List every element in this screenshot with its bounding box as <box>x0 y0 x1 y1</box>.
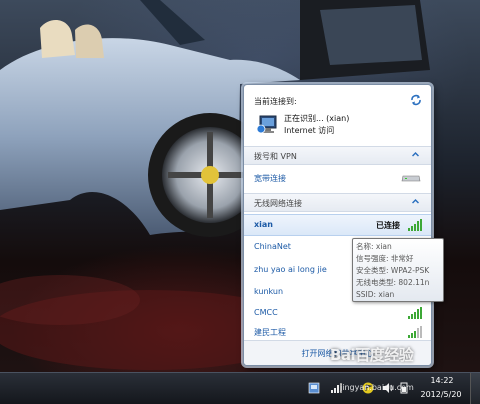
clock-time[interactable]: 14:22 <box>420 376 464 385</box>
wifi-name: CMCC <box>254 308 278 317</box>
signal-strength-icon <box>408 307 422 319</box>
wifi-name: xian <box>254 220 273 229</box>
wifi-item-xian[interactable]: xian 已连接 <box>244 214 431 236</box>
identifying-network-icon <box>256 115 277 134</box>
wifi-item-cmcc[interactable]: CMCC <box>244 303 431 323</box>
current-connection-name: 正在识别... (xian) <box>284 114 350 123</box>
signal-strength-icon <box>408 219 422 231</box>
network-details-tooltip: 名称: xian 信号强度: 非常好 安全类型: WPA2-PSK 无线电类型:… <box>352 238 444 302</box>
signal-strength-icon <box>408 326 422 338</box>
wifi-status: 已连接 <box>376 221 400 230</box>
modem-icon <box>401 175 421 182</box>
wifi-name: ChinaNet <box>254 242 291 251</box>
section-dialup-vpn[interactable]: 拨号和 VPN <box>244 146 431 165</box>
chevron-up-icon[interactable] <box>412 151 419 158</box>
tooltip-line: 信号强度: 非常好 <box>356 254 414 263</box>
wifi-name: 建民工程 <box>254 328 286 337</box>
watermark-url: jingyan.baidu.com <box>340 383 414 392</box>
connection-name: 宽带连接 <box>254 174 286 183</box>
tooltip-line: SSID: xian <box>356 290 395 299</box>
section-label: 拨号和 VPN <box>254 152 297 161</box>
tooltip-line: 名称: xian <box>356 242 392 251</box>
network-flyout: 当前连接到: 正在识别... (xian) Internet 访问 拨号和 VP… <box>243 84 432 366</box>
refresh-icon[interactable] <box>410 94 422 106</box>
watermark-logo: Bai百度经验 <box>330 346 414 364</box>
show-desktop-button[interactable] <box>470 373 480 404</box>
current-connection-header: 当前连接到: <box>254 97 297 106</box>
tooltip-line: 安全类型: WPA2-PSK <box>356 266 430 275</box>
current-connection-access: Internet 访问 <box>284 126 335 135</box>
wifi-item-jianmin[interactable]: 建民工程 <box>244 322 431 342</box>
wifi-name: kunkun <box>254 287 284 296</box>
network-icon[interactable] <box>308 382 320 394</box>
section-label: 无线网络连接 <box>254 199 302 208</box>
connection-item-broadband[interactable]: 宽带连接 <box>244 168 431 188</box>
clock-date[interactable]: 2012/5/20 <box>416 390 466 399</box>
section-wireless[interactable]: 无线网络连接 <box>244 193 431 212</box>
wifi-name: zhu yao ai long jie <box>254 265 327 274</box>
chevron-up-icon[interactable] <box>412 198 419 205</box>
tooltip-line: 无线电类型: 802.11n <box>356 278 430 287</box>
